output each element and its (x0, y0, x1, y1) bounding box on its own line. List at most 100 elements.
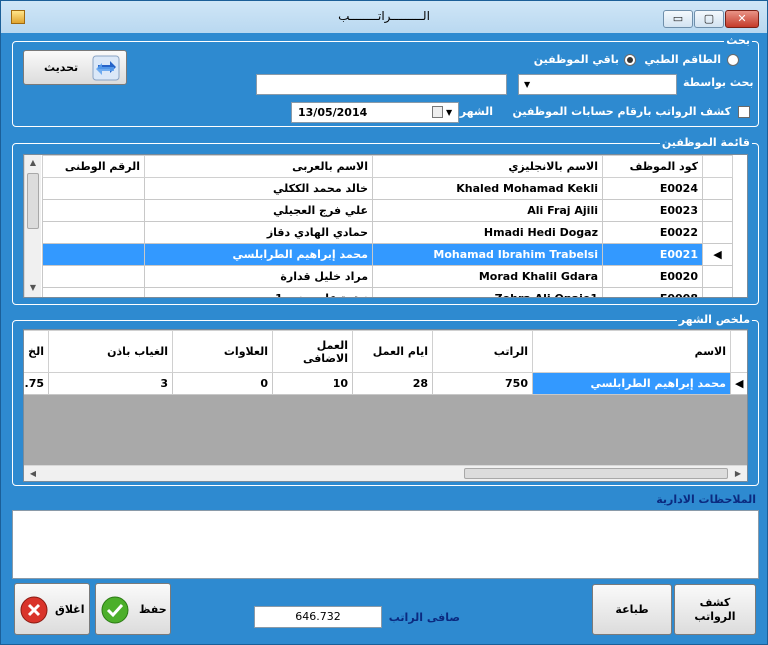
summary-header-row: الخ التأ الغياب باذن العلاوات العمل الاض… (24, 330, 747, 373)
cell-last[interactable]: 6.75 (24, 372, 49, 395)
employees-vertical-scrollbar[interactable]: ▲ ▼ (24, 155, 41, 297)
save-button[interactable]: حفظ (95, 583, 171, 635)
cell-english-name[interactable]: Ali Fraj Ajili (372, 199, 603, 222)
search-by-select[interactable]: ▼ (518, 74, 677, 95)
cell-english-name[interactable]: Khaled Mohamad Kekli (372, 177, 603, 200)
row-header[interactable] (702, 177, 733, 200)
radio-other-employees[interactable] (624, 54, 636, 66)
account-numbers-label: كشف الرواتب بارقام حسابات الموظفين (512, 105, 731, 118)
payroll-sheet-button[interactable]: كشف الرواتب (674, 584, 756, 635)
cell-work-days[interactable]: 28 (352, 372, 433, 395)
cell-salary[interactable]: 750 (432, 372, 533, 395)
col-last[interactable]: الخ التأ (24, 330, 49, 373)
cell-allowances[interactable]: 0 (172, 372, 273, 395)
print-button[interactable]: طباعة (592, 584, 672, 635)
scroll-thumb[interactable] (27, 173, 39, 229)
cell-arabic-name[interactable]: محمد إبراهيم الطرابلسي (144, 243, 373, 266)
minimize-button[interactable]: ▭ (663, 10, 693, 28)
radio-medical-staff[interactable] (727, 54, 739, 66)
col-english-name[interactable]: الاسم بالانجليزي (372, 155, 603, 178)
col-absence[interactable]: الغياب باذن (48, 330, 173, 373)
col-salary[interactable]: الراتب (432, 330, 533, 373)
close-button[interactable]: اغلاق (14, 583, 90, 635)
table-row[interactable]: مراد خليل قدارة Morad Khalil Gdara E0020 (42, 265, 733, 288)
summary-row[interactable]: 6.75 3 0 10 28 750 محمد إبراهيم الطرابلس… (24, 372, 747, 395)
cell-overtime[interactable]: 10 (272, 372, 353, 395)
refresh-label: تحديث (44, 61, 79, 74)
scroll-thumb[interactable] (464, 468, 728, 479)
summary-row-header-corner (730, 330, 747, 373)
scroll-left-icon[interactable]: ◀ (26, 467, 40, 481)
table-row[interactable]: حمادي الهادي دقاز Hmadi Hedi Dogaz E0022 (42, 221, 733, 244)
cell-nid[interactable] (42, 199, 145, 222)
cell-code[interactable]: E0020 (602, 265, 703, 288)
cell-english-name[interactable]: Zohra Ali Onaie1 (372, 287, 603, 297)
check-icon (100, 595, 130, 628)
cell-code[interactable]: E0024 (602, 177, 703, 200)
month-date-picker[interactable]: 13/05/2014 ▼ (291, 102, 459, 123)
row-pointer-icon[interactable]: ◀ (730, 372, 747, 395)
row-header-corner (702, 155, 733, 178)
cell-arabic-name[interactable]: زهرة علي منيع 1 (144, 287, 373, 297)
search-text-input[interactable] (256, 74, 507, 95)
account-numbers-checkbox[interactable] (738, 106, 750, 118)
net-salary-label: صافى الراتب (388, 611, 460, 624)
cell-absence[interactable]: 3 (48, 372, 173, 395)
table-row[interactable]: خالد محمد الككلي Khaled Mohamad Kekli E0… (42, 177, 733, 200)
cell-code[interactable]: E0023 (602, 199, 703, 222)
employees-header-row: الرقم الوطنى الاسم بالعربى الاسم بالانجل… (42, 155, 733, 178)
col-work-days[interactable]: ايام العمل (352, 330, 433, 373)
summary-table: الخ التأ الغياب باذن العلاوات العمل الاض… (24, 330, 747, 395)
cell-english-name[interactable]: Mohamad Ibrahim Trabelsi (372, 243, 603, 266)
summary-horizontal-scrollbar[interactable]: ◀ ▶ (24, 465, 747, 481)
col-national-id[interactable]: الرقم الوطنى (42, 155, 145, 178)
search-group-title: بحث (724, 34, 752, 48)
cell-name[interactable]: محمد إبراهيم الطرابلسي (532, 372, 731, 395)
col-employee-code[interactable]: كود الموظف (602, 155, 703, 178)
print-label: طباعة (615, 603, 649, 616)
cell-english-name[interactable]: Morad Khalil Gdara (372, 265, 603, 288)
cell-english-name[interactable]: Hmadi Hedi Dogaz (372, 221, 603, 244)
table-row[interactable]: زهرة علي منيع 1 Zohra Ali Onaie1 E0008 (42, 287, 733, 297)
date-value: 13/05/2014 (298, 106, 368, 119)
cell-nid[interactable] (42, 243, 145, 266)
row-header[interactable] (702, 287, 733, 297)
row-header[interactable] (702, 199, 733, 222)
row-header[interactable] (702, 221, 733, 244)
notes-textarea[interactable] (12, 510, 759, 579)
cell-nid[interactable] (42, 177, 145, 200)
close-window-button[interactable]: ✕ (725, 10, 759, 28)
cell-arabic-name[interactable]: حمادي الهادي دقاز (144, 221, 373, 244)
col-name[interactable]: الاسم (532, 330, 731, 373)
col-arabic-name[interactable]: الاسم بالعربى (144, 155, 373, 178)
refresh-button[interactable]: تحديث (23, 50, 127, 85)
scroll-up-icon[interactable]: ▲ (26, 156, 40, 170)
search-group: بحث تحديث الطاقم الطبي باقي الموظفين بحث… (12, 34, 759, 127)
scroll-down-icon[interactable]: ▼ (26, 281, 40, 295)
cell-nid[interactable] (42, 265, 145, 288)
close-label: اغلاق (55, 603, 85, 616)
cell-code[interactable]: E0021 (602, 243, 703, 266)
col-overtime[interactable]: العمل الاضافى (272, 330, 353, 373)
scroll-right-icon[interactable]: ▶ (731, 467, 745, 481)
cell-nid[interactable] (42, 287, 145, 297)
table-row-selected[interactable]: محمد إبراهيم الطرابلسي Mohamad Ibrahim T… (42, 243, 733, 266)
cell-arabic-name[interactable]: علي فرج العجيلي (144, 199, 373, 222)
table-row[interactable]: علي فرج العجيلي Ali Fraj Ajili E0023 (42, 199, 733, 222)
cell-code[interactable]: E0008 (602, 287, 703, 297)
employees-grid: الرقم الوطنى الاسم بالعربى الاسم بالانجل… (23, 154, 748, 298)
employees-group: قائمة الموظفين الرقم الوطنى الاسم بالعرب… (12, 136, 759, 305)
col-allowances[interactable]: العلاوات (172, 330, 273, 373)
cell-nid[interactable] (42, 221, 145, 244)
maximize-button[interactable]: ▢ (694, 10, 724, 28)
save-label: حفظ (139, 603, 167, 616)
cell-arabic-name[interactable]: خالد محمد الككلي (144, 177, 373, 200)
cell-arabic-name[interactable]: مراد خليل قدارة (144, 265, 373, 288)
date-dropdown-icon[interactable]: ▼ (446, 108, 452, 117)
row-header[interactable] (702, 265, 733, 288)
employees-table: الرقم الوطنى الاسم بالعربى الاسم بالانجل… (42, 155, 733, 297)
summary-group-title: ملخص الشهر (676, 313, 752, 327)
cell-code[interactable]: E0022 (602, 221, 703, 244)
row-pointer-icon[interactable]: ◀ (702, 243, 733, 266)
payroll-window: الـــــــــراتــــــــب ▭ ▢ ✕ بحث تحديث … (0, 0, 768, 645)
